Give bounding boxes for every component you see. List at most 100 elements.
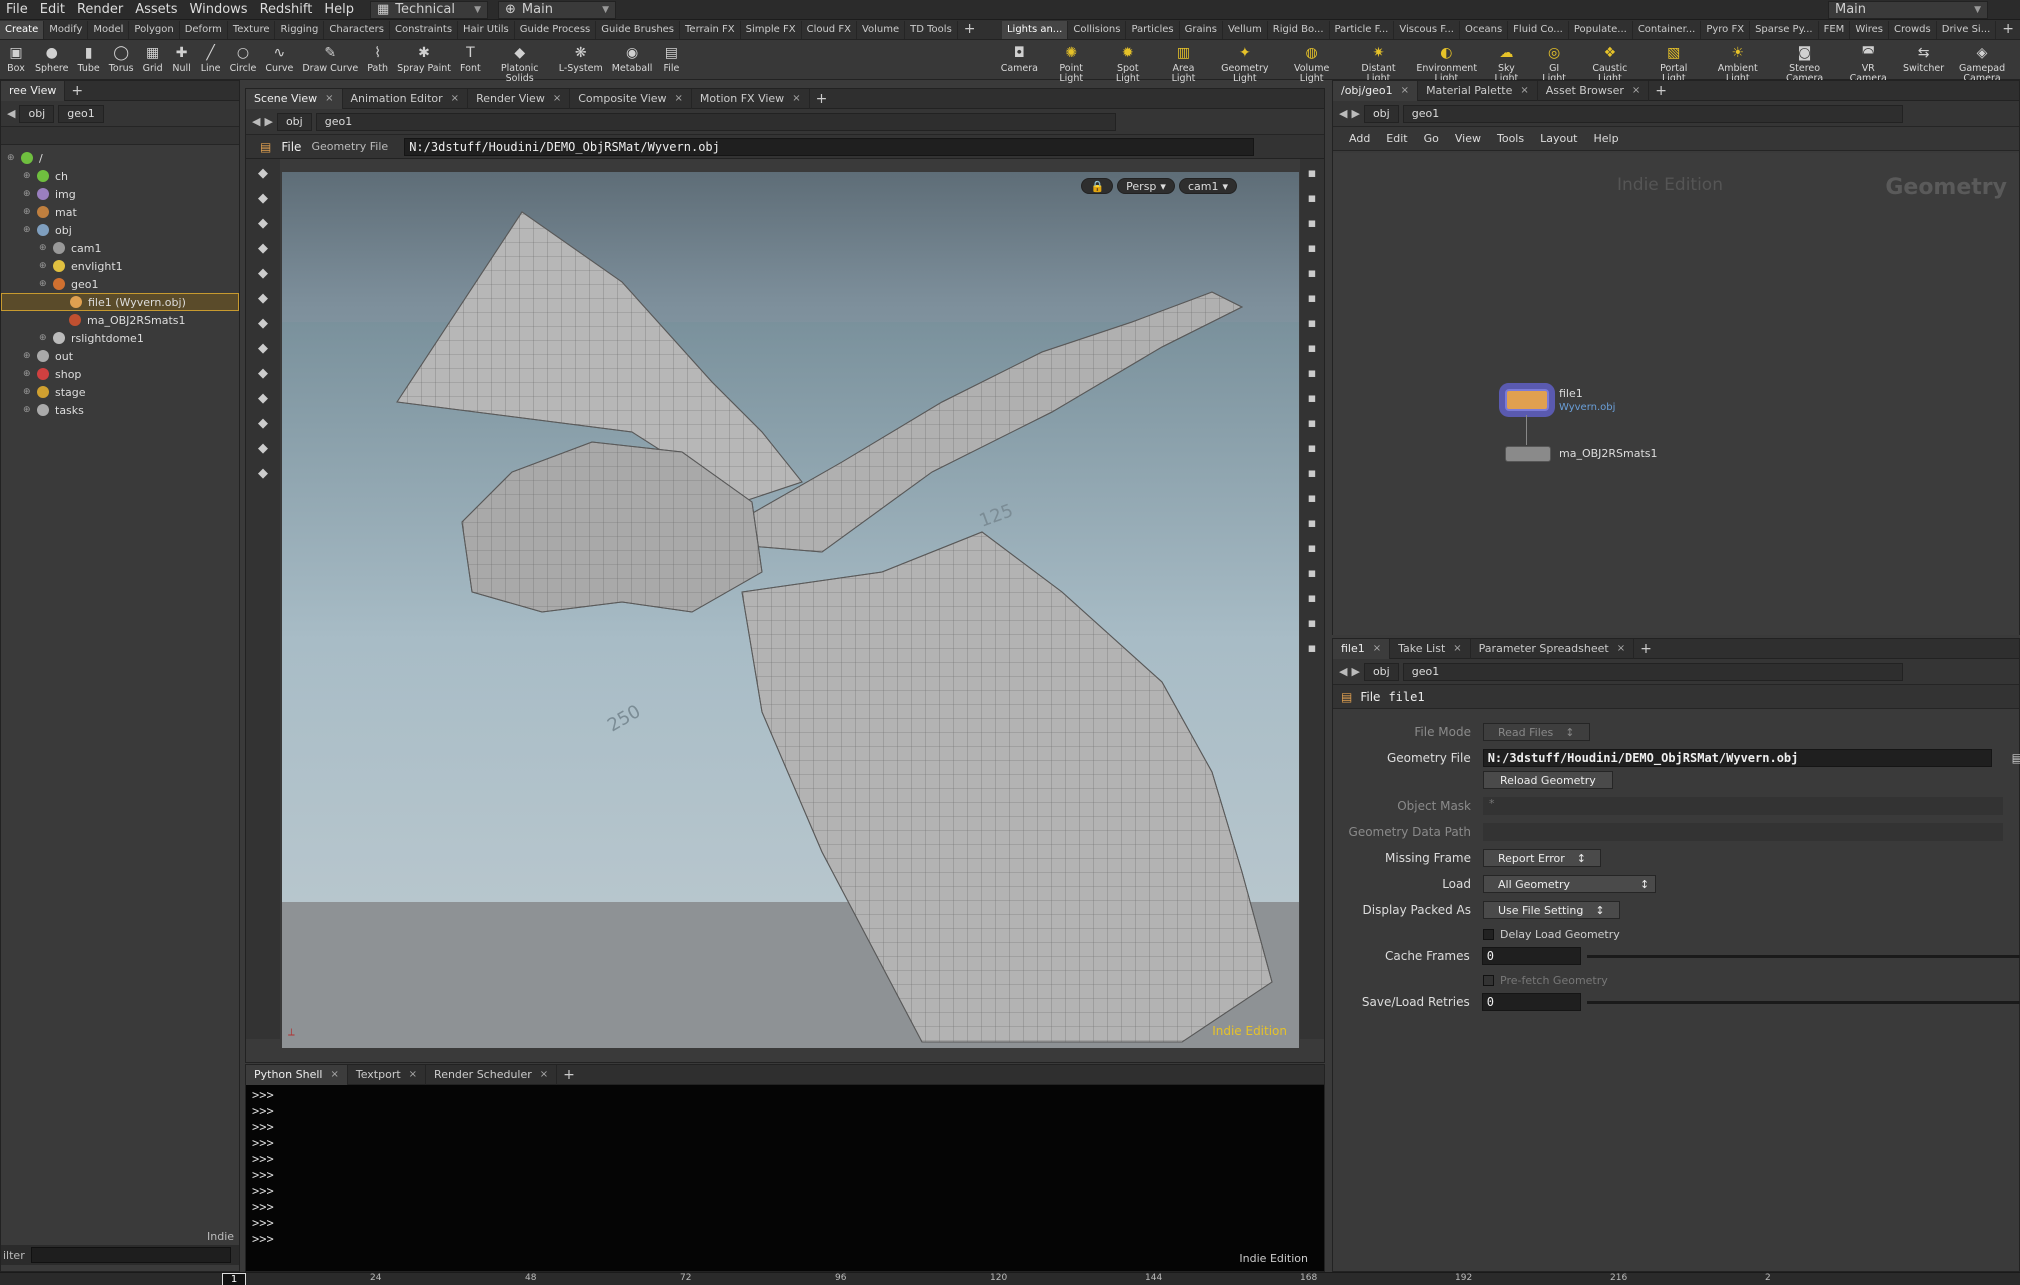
shelf-tab[interactable]: Collisions [1068, 20, 1127, 39]
add-tab-icon[interactable]: + [65, 83, 89, 99]
camera-menu[interactable]: cam1 ▾ [1178, 178, 1237, 194]
tab-render-scheduler[interactable]: Render Scheduler × [426, 1064, 558, 1085]
shelf-tab[interactable]: Cloud FX [802, 20, 857, 39]
timeline[interactable]: 1 24 48 72 96 120 144 168 192 216 2 [0, 1272, 2020, 1285]
shell-output[interactable]: >>> >>> >>> >>> >>> >>> >>> >>> >>> >>> [246, 1085, 1324, 1271]
shelf-tab[interactable]: Create [0, 20, 45, 39]
load-menu[interactable]: All Geometry ↕ [1483, 875, 1657, 893]
forward-arrow-icon[interactable]: ▶ [1351, 665, 1359, 678]
path-geo-button[interactable]: geo1 [58, 104, 104, 123]
tree-item[interactable]: ⊕ stage [1, 383, 239, 401]
context-selector[interactable]: ⊕ Main ▼ [498, 0, 616, 19]
display-option-icon[interactable]: ▪ [1301, 512, 1323, 534]
transform-icon[interactable]: ◆ [252, 387, 274, 409]
shelf-tool-lsystem[interactable]: ❋ L-System [559, 40, 603, 84]
menu-edit[interactable]: Edit [34, 0, 71, 20]
shelf-tool-font[interactable]: T Font [460, 40, 481, 84]
shelf-tab[interactable]: Sparse Py... [1750, 20, 1819, 39]
magnet-icon[interactable]: ◆ [252, 212, 274, 234]
tab-python-shell[interactable]: Python Shell × [246, 1064, 348, 1085]
tab-file1[interactable]: file1 × [1333, 638, 1391, 659]
shelf-tab[interactable]: Vellum [1223, 20, 1268, 39]
shelf-tool-tube[interactable]: ▮ Tube [77, 40, 99, 84]
expand-icon[interactable]: ⊕ [7, 153, 21, 163]
close-tab-icon[interactable]: × [1520, 81, 1528, 101]
shelf-tool-environment-light[interactable]: ◐ Environment Light [1416, 40, 1477, 84]
forward-arrow-icon[interactable]: ▶ [264, 115, 272, 128]
param-node-name[interactable]: file1 [1388, 690, 1424, 704]
network-menu-edit[interactable]: Edit [1386, 132, 1407, 145]
path-geo-button[interactable]: geo1 [1402, 104, 1903, 123]
display-option-icon[interactable]: ▪ [1301, 537, 1323, 559]
tree-item[interactable]: ⊕ cam1 [1, 239, 239, 257]
display-option-icon[interactable]: ▪ [1301, 237, 1323, 259]
menu-windows[interactable]: Windows [184, 0, 254, 20]
tab-textport[interactable]: Textport × [348, 1064, 427, 1085]
shelf-tool-spot-light[interactable]: ✹ Spot Light [1104, 40, 1151, 84]
shelf-tool-box[interactable]: ▣ Box [6, 40, 26, 84]
current-frame[interactable]: 1 [222, 1273, 246, 1285]
display-option-icon[interactable]: ▪ [1301, 262, 1323, 284]
cache-frames-slider[interactable] [1586, 954, 2020, 958]
projection-menu[interactable]: Persp ▾ [1117, 178, 1175, 194]
display-option-icon[interactable]: ▪ [1301, 287, 1323, 309]
expand-icon[interactable]: ⊕ [39, 243, 53, 253]
display-option-icon[interactable]: ▪ [1301, 412, 1323, 434]
shelf-tool-point-light[interactable]: ✺ Point Light [1047, 40, 1096, 84]
shelf-tab[interactable]: Viscous F... [1394, 20, 1460, 39]
tree-item[interactable]: ⊕ tasks [1, 401, 239, 419]
close-tab-icon[interactable]: × [325, 89, 333, 109]
shelf-tool-geometry-light[interactable]: ✦ Geometry Light [1216, 40, 1274, 84]
shelf-tool-ambient-light[interactable]: ☀ Ambient Light [1709, 40, 1767, 84]
path-obj-button[interactable]: obj [19, 104, 55, 123]
shelf-tool-grid[interactable]: ▦ Grid [143, 40, 163, 84]
expand-icon[interactable]: ⊕ [23, 369, 37, 379]
shelf-tab[interactable]: Hair Utils [458, 20, 515, 39]
handle-icon[interactable]: ◆ [252, 237, 274, 259]
shelf-tool-null[interactable]: ✚ Null [172, 40, 192, 84]
shelf-tab[interactable]: Rigid Bo... [1268, 20, 1330, 39]
display-option-icon[interactable]: ▪ [1301, 587, 1323, 609]
tree-item[interactable]: ⊕ out [1, 347, 239, 365]
tree-item[interactable]: ⊕ obj [1, 221, 239, 239]
tree-item[interactable]: ma_OBJ2RSmats1 [1, 311, 239, 329]
tree-item[interactable]: ⊕ rslightdome1 [1, 329, 239, 347]
shelf-tab[interactable]: Container... [1633, 20, 1702, 39]
display-option-icon[interactable]: ▪ [1301, 337, 1323, 359]
tree-item[interactable]: ⊕ shop [1, 365, 239, 383]
shelf-tool-vr-camera[interactable]: ◚ VR Camera [1843, 40, 1894, 84]
tree-item[interactable]: ⊕ envlight1 [1, 257, 239, 275]
shelf-tab[interactable]: Polygon [129, 20, 180, 39]
forward-arrow-icon[interactable]: ▶ [1351, 107, 1359, 120]
filter-input[interactable] [30, 1247, 231, 1263]
file-chooser-icon[interactable]: ▤ [2012, 751, 2020, 765]
display-option-icon[interactable]: ▪ [1301, 562, 1323, 584]
network-menu-add[interactable]: Add [1349, 132, 1370, 145]
shelf-tab[interactable]: Constraints [390, 20, 459, 39]
retries-slider[interactable] [1586, 1000, 2020, 1004]
tab-scene-view[interactable]: Scene View × [246, 88, 343, 109]
network-menu-help[interactable]: Help [1594, 132, 1619, 145]
file-mode-menu[interactable]: Read Files ↕ [1483, 723, 1590, 741]
back-arrow-icon[interactable]: ◀ [1339, 107, 1347, 120]
shelf-tool-switcher[interactable]: ⇆ Switcher [1903, 40, 1944, 84]
op-path-field[interactable]: N:/3dstuff/Houdini/DEMO_ObjRSMat/Wyvern.… [404, 137, 1255, 156]
shelf-tab[interactable]: Oceans [1460, 20, 1509, 39]
expand-icon[interactable]: ⊕ [23, 351, 37, 361]
shelf-tab[interactable]: Guide Process [515, 20, 597, 39]
menu-assets[interactable]: Assets [129, 0, 183, 20]
display-option-icon[interactable]: ▪ [1301, 437, 1323, 459]
tree-item[interactable]: ⊕ mat [1, 203, 239, 221]
lock-camera-icon[interactable]: 🔒 [1081, 178, 1114, 194]
add-shelf-tab-icon[interactable]: + [958, 21, 982, 39]
menu-help[interactable]: Help [318, 0, 360, 20]
shelf-tab[interactable]: Wires [1850, 20, 1890, 39]
expand-icon[interactable]: ⊕ [39, 279, 53, 289]
tree-item[interactable]: ⊕ / [1, 149, 239, 167]
network-menu-tools[interactable]: Tools [1497, 132, 1524, 145]
display-option-icon[interactable]: ▪ [1301, 312, 1323, 334]
shelf-tab[interactable]: Model [88, 20, 130, 39]
display-option-icon[interactable]: ▪ [1301, 487, 1323, 509]
add-tab-icon[interactable]: + [557, 1067, 581, 1083]
pose-icon[interactable]: ◆ [252, 412, 274, 434]
